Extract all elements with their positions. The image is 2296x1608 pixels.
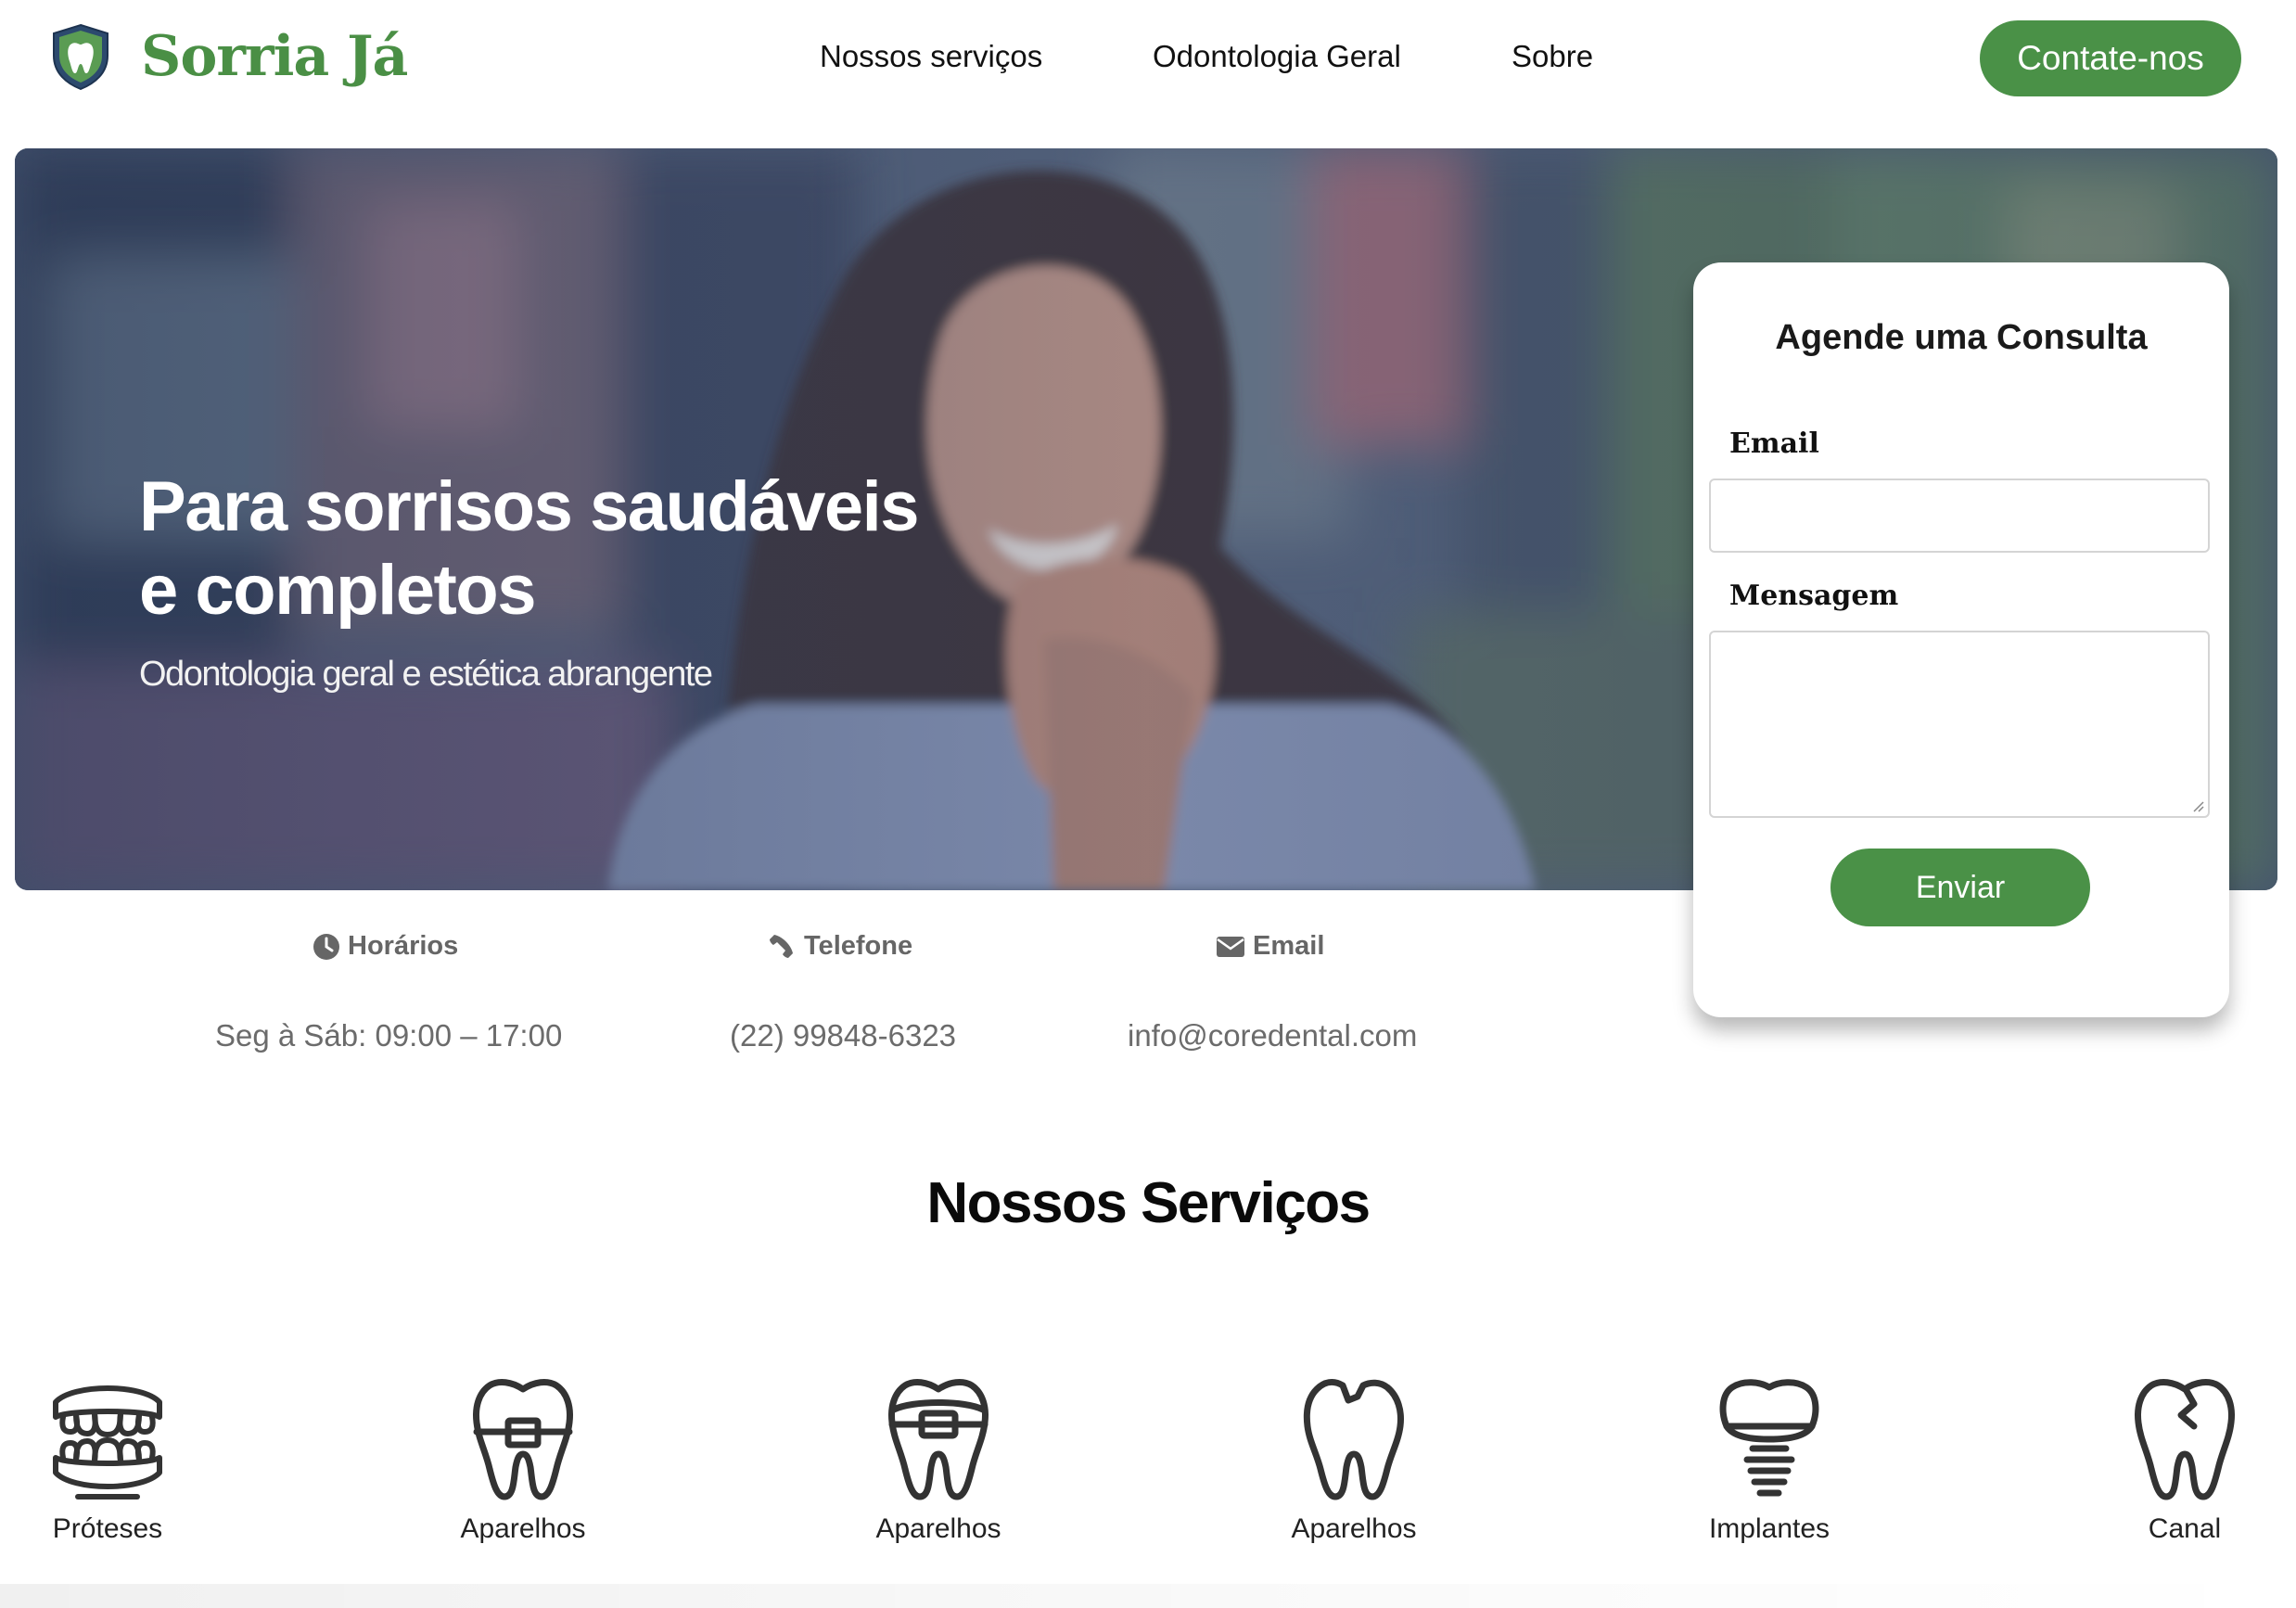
message-field[interactable] [1709,631,2210,818]
phone-heading: Telefone [769,931,912,962]
email-label: Email [1729,428,1819,460]
email-field[interactable] [1709,479,2210,553]
envelope-icon [1217,936,1244,957]
nav-link-services[interactable]: Nossos serviços [820,39,1042,74]
service-label: Aparelhos [875,1513,1001,1544]
appointment-form: Agende uma Consulta Email Mensagem Envia… [1693,262,2229,1017]
service-item-root-canal[interactable]: Canal [2092,1372,2277,1545]
form-title: Agende uma Consulta [1775,318,2148,357]
service-label: Aparelhos [460,1513,586,1544]
section-divider [0,1584,2296,1608]
service-item-dentures[interactable]: Próteses [15,1372,200,1545]
hero-subtitle: Odontologia geral e estética abrangente [139,655,713,694]
contact-button[interactable]: Contate-nos [1980,20,2241,96]
email-heading: Email [1216,931,1324,962]
hours-title: Horários [348,931,459,961]
email-title: Email [1253,931,1325,961]
nav-link-general-dentistry[interactable]: Odontologia Geral [1153,39,1401,74]
cracked-tooth-icon [2135,1379,2235,1500]
brand-logo[interactable]: Sorria Já [48,22,408,91]
chipped-tooth-icon [1303,1379,1404,1500]
phone-icon [770,934,793,958]
service-label: Canal [2148,1513,2222,1544]
message-label: Mensagem [1729,580,1899,612]
nav-link-about[interactable]: Sobre [1512,39,1593,74]
submit-button[interactable]: Enviar [1830,849,2090,926]
tooth-braces-icon [888,1379,989,1500]
top-navbar: Sorria Já Nossos serviços Odontologia Ge… [0,0,2296,139]
service-label: Aparelhos [1291,1513,1417,1544]
clock-icon [313,933,339,960]
phone-value[interactable]: (22) 99848-6323 [730,1018,956,1053]
service-label: Implantes [1708,1513,1830,1544]
dentures-icon [53,1385,162,1500]
service-item-braces-2[interactable]: Aparelhos [846,1372,1031,1545]
email-value[interactable]: info@coredental.com [1128,1018,1417,1053]
tooth-braces-icon [473,1379,573,1500]
service-item-braces-1[interactable]: Aparelhos [430,1372,616,1545]
resize-handle-icon[interactable] [2191,799,2204,812]
services-title: Nossos Serviços [926,1171,1371,1235]
service-label: Próteses [52,1513,163,1544]
hours-heading: Horários [313,931,458,962]
service-item-braces-3[interactable]: Aparelhos [1261,1372,1447,1545]
hours-value: Seg à Sáb: 09:00 – 17:00 [215,1018,563,1053]
service-item-implants[interactable]: Implantes [1677,1372,1862,1545]
tooth-shield-icon [53,23,108,91]
hero-title: Para sorrisos saudáveis e completos [139,467,920,630]
dental-implant-icon [1719,1379,1819,1497]
brand-name: Sorria Já [141,24,408,89]
phone-title: Telefone [804,931,913,961]
